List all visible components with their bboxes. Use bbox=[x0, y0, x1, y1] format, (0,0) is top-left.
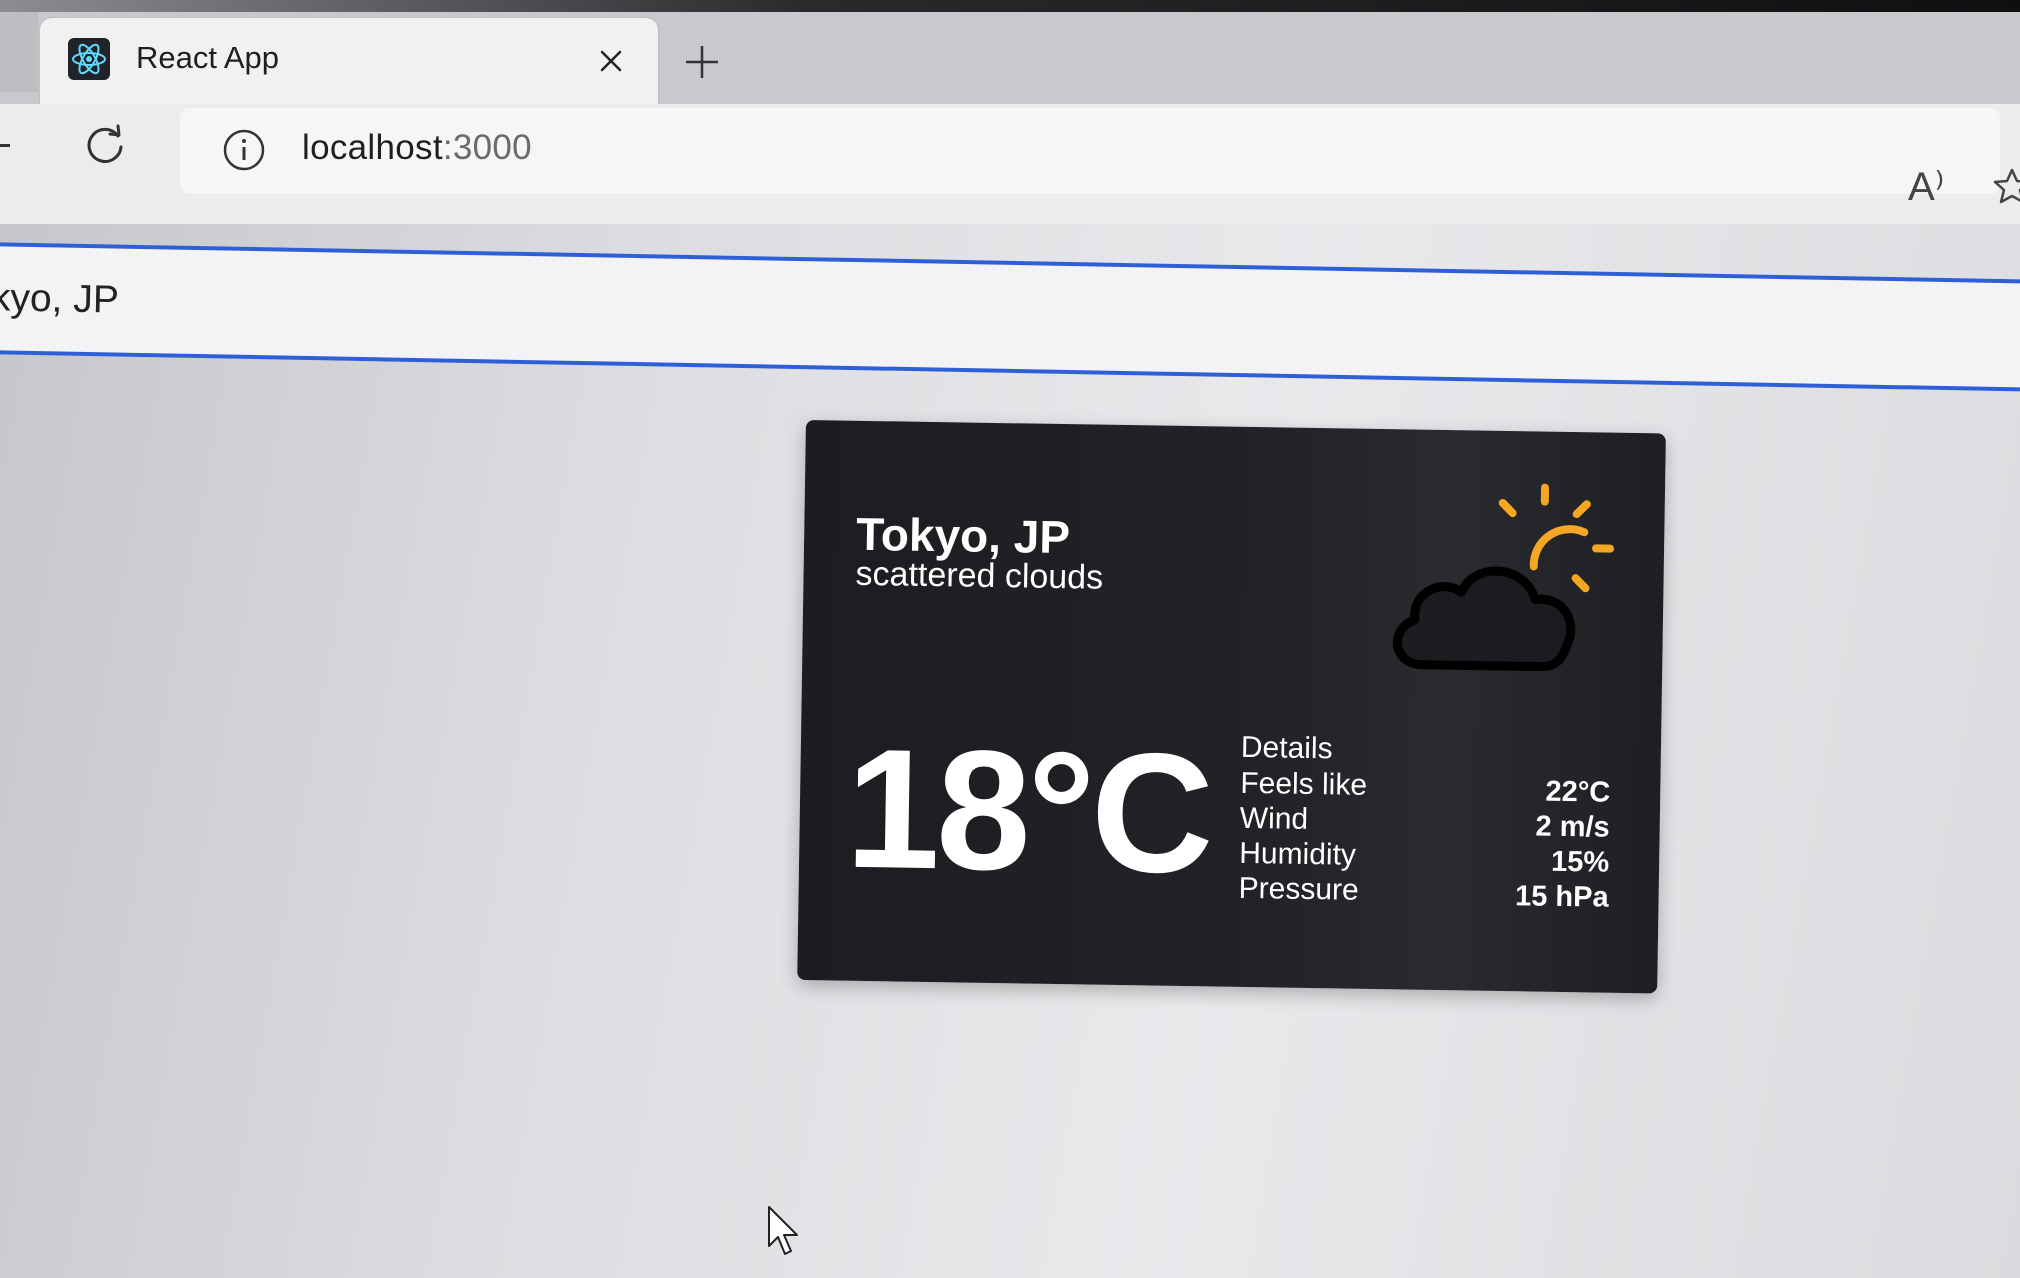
plus-icon[interactable] bbox=[682, 42, 722, 82]
detail-value: 15 hPa bbox=[1514, 880, 1609, 914]
partly-cloudy-icon bbox=[1382, 469, 1625, 683]
react-logo-icon bbox=[68, 38, 110, 80]
url-text[interactable]: localhost:3000 bbox=[302, 128, 532, 168]
close-icon[interactable] bbox=[596, 46, 626, 76]
info-icon[interactable] bbox=[222, 128, 266, 172]
detail-value: 22°C bbox=[1545, 775, 1611, 809]
detail-label: Wind bbox=[1239, 801, 1309, 836]
detail-label: Feels like bbox=[1240, 766, 1368, 802]
screen: React App localhost:3000 A⁾ kyo, JP Toky… bbox=[0, 0, 2020, 1278]
reload-icon[interactable] bbox=[82, 122, 128, 168]
mouse-cursor-icon bbox=[766, 1204, 802, 1260]
detail-row-humidity: Humidity 15% bbox=[1238, 836, 1610, 879]
page-content: kyo, JP Tokyo, JP scattered clouds 18°C … bbox=[0, 224, 2020, 1278]
url-port: :3000 bbox=[442, 128, 532, 167]
tab-title: React App bbox=[136, 40, 280, 75]
temperature: 18°C bbox=[844, 713, 1212, 910]
weather-description: scattered clouds bbox=[855, 554, 1104, 597]
browser-toolbar: localhost:3000 A⁾ bbox=[0, 104, 2020, 224]
search-value: kyo, JP bbox=[0, 276, 120, 322]
back-button[interactable] bbox=[0, 144, 10, 147]
details-panel: Details Feels like 22°C Wind 2 m/s Humid… bbox=[1238, 730, 1611, 914]
star-icon[interactable] bbox=[1992, 166, 2020, 206]
browser-tab[interactable]: React App bbox=[40, 18, 658, 104]
monitor-bezel bbox=[0, 0, 2020, 12]
city-search-input[interactable]: kyo, JP bbox=[0, 242, 2020, 392]
weather-card: Tokyo, JP scattered clouds 18°C Details … bbox=[797, 420, 1666, 994]
tab-strip: React App bbox=[0, 12, 2020, 104]
detail-value: 2 m/s bbox=[1535, 810, 1610, 844]
previous-tab-edge[interactable] bbox=[0, 12, 38, 92]
read-aloud-button[interactable]: A⁾ bbox=[1908, 164, 1945, 210]
detail-label: Humidity bbox=[1238, 836, 1357, 872]
detail-row-feels-like: Feels like 22°C bbox=[1240, 766, 1611, 809]
address-bar[interactable]: localhost:3000 bbox=[180, 108, 2000, 194]
url-host: localhost bbox=[302, 128, 443, 167]
detail-row-wind: Wind 2 m/s bbox=[1239, 801, 1611, 844]
detail-label: Pressure bbox=[1238, 871, 1359, 907]
details-heading: Details bbox=[1240, 730, 1333, 766]
detail-value: 15% bbox=[1550, 845, 1610, 879]
detail-row-pressure: Pressure 15 hPa bbox=[1238, 871, 1609, 914]
